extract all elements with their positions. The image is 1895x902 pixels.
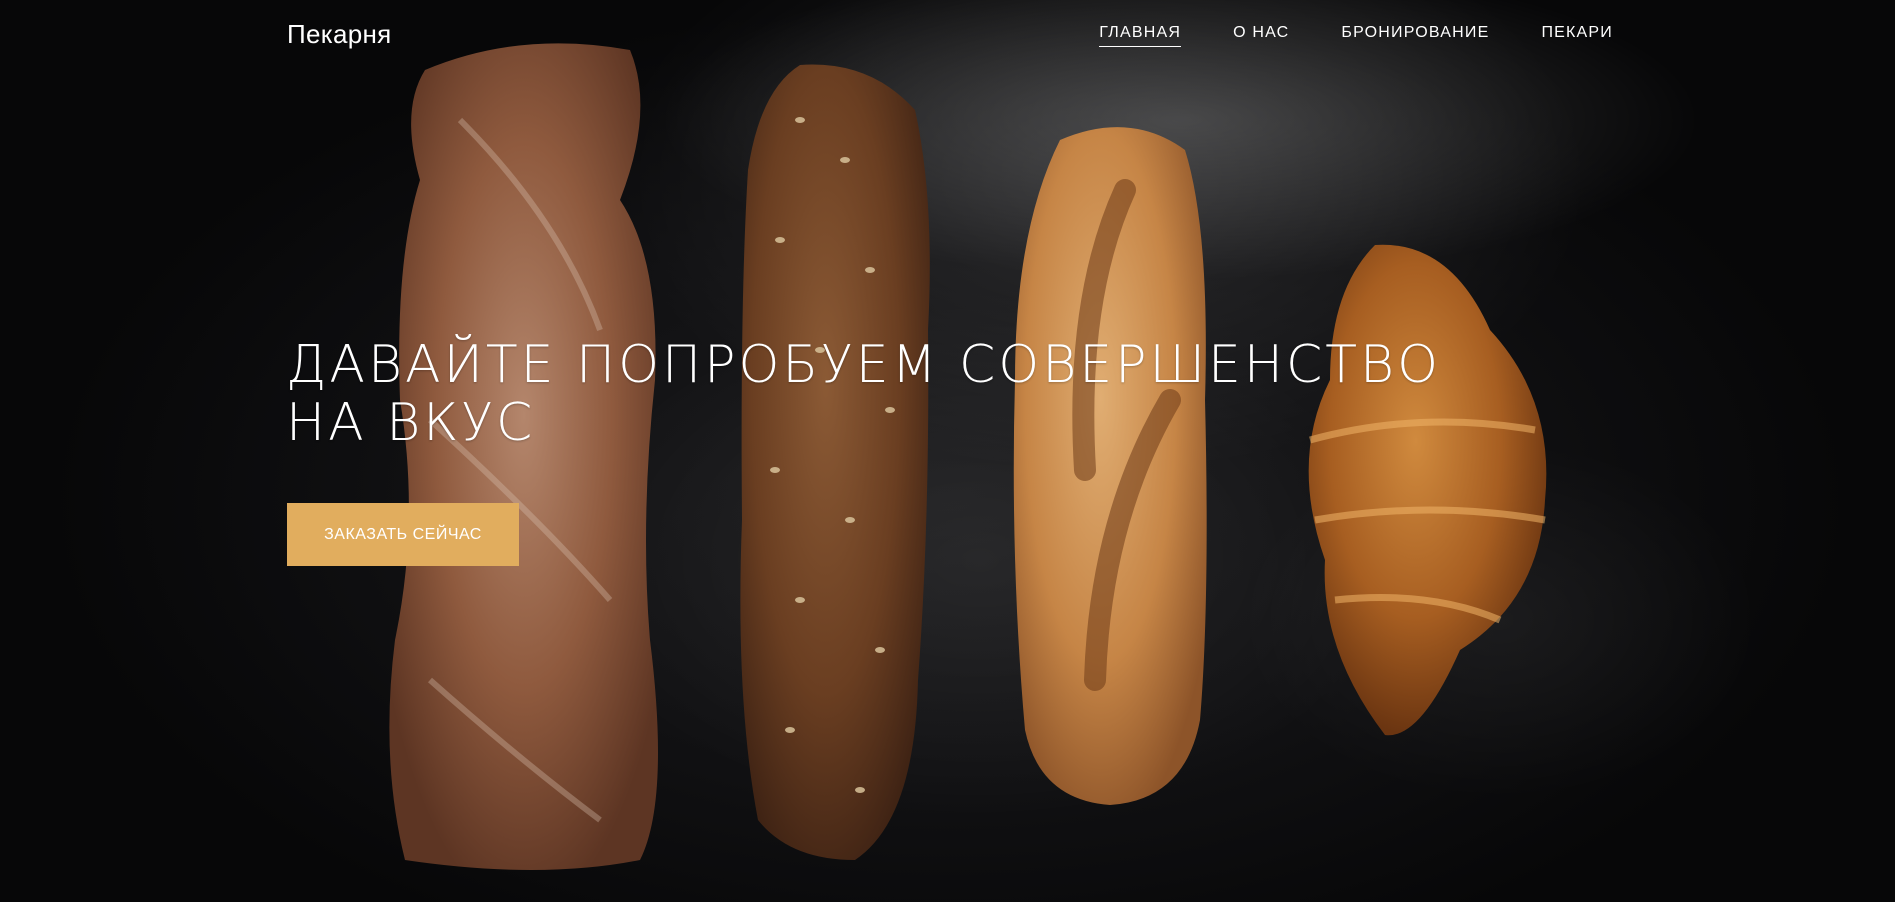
nav-item-bakers[interactable]: ПЕКАРИ [1541,24,1613,47]
order-now-button[interactable]: ЗАКАЗАТЬ СЕЙЧАС [287,503,519,566]
nav-item-about[interactable]: О НАС [1233,24,1289,47]
hero-section: Пекарня ГЛАВНАЯ О НАС БРОНИРОВАНИЕ ПЕКАР… [0,0,1895,902]
nav-item-home[interactable]: ГЛАВНАЯ [1099,24,1182,47]
main-nav: ГЛАВНАЯ О НАС БРОНИРОВАНИЕ ПЕКАРИ [1099,24,1613,47]
site-logo[interactable]: Пекарня [287,19,392,50]
site-header: Пекарня ГЛАВНАЯ О НАС БРОНИРОВАНИЕ ПЕКАР… [0,0,1895,70]
hero-headline: Давайте попробуем совершенство на вкус [286,335,1442,453]
nav-item-booking[interactable]: БРОНИРОВАНИЕ [1341,24,1489,47]
